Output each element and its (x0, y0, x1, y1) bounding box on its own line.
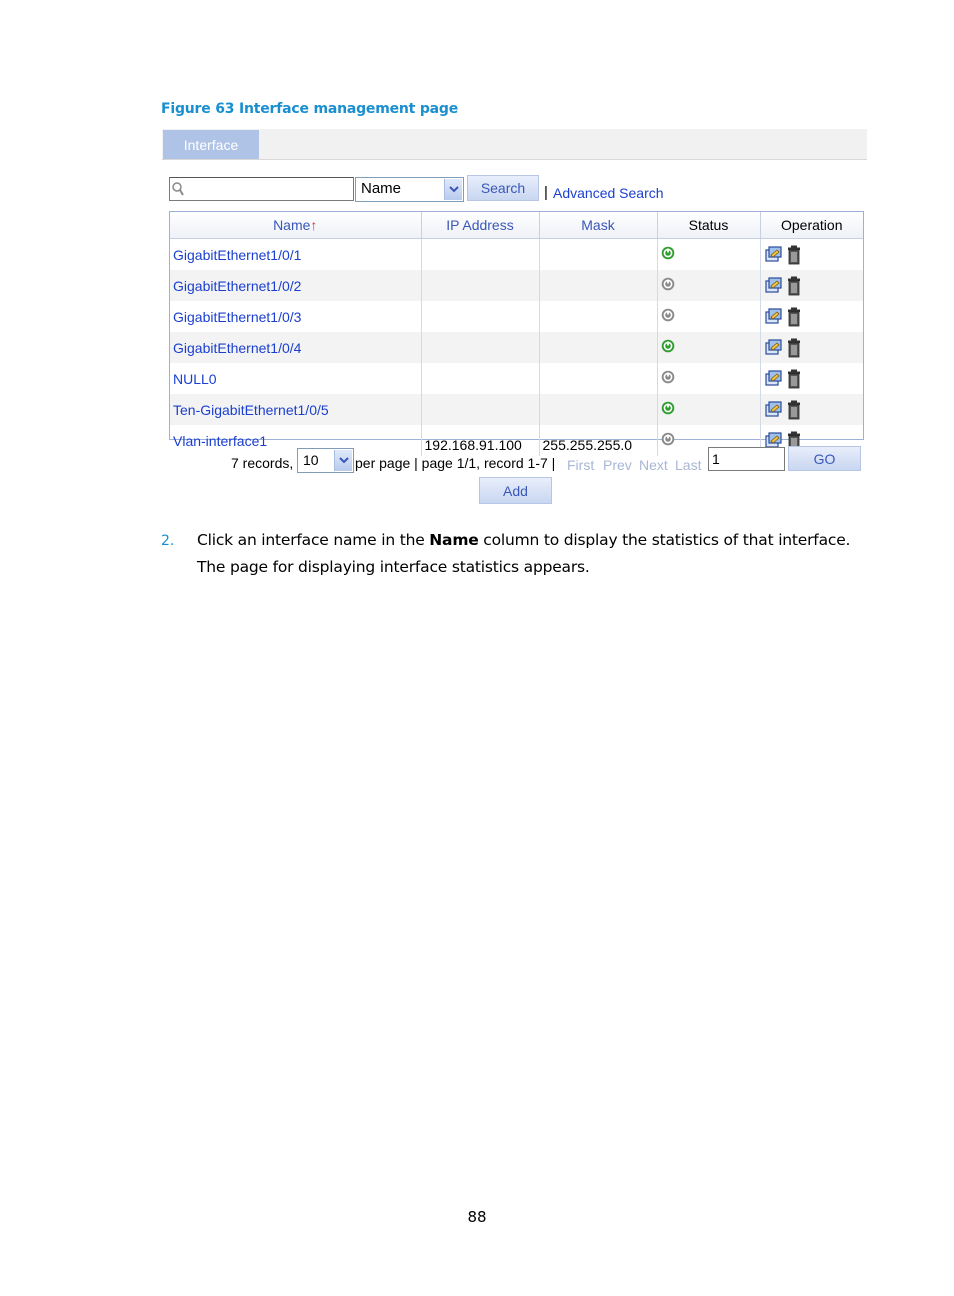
edit-icon[interactable] (764, 400, 784, 417)
status-down-icon (661, 277, 675, 294)
status-cell (657, 238, 761, 270)
go-button[interactable]: GO (788, 446, 861, 471)
operation-cell (760, 301, 863, 332)
pager-prev-link[interactable]: Prev (603, 457, 632, 473)
page-number-input-value: 1 (712, 451, 720, 467)
edit-icon[interactable] (764, 307, 784, 324)
ip-address-cell (421, 332, 540, 363)
ip-address-cell (421, 238, 540, 270)
sort-asc-icon: ↑ (310, 217, 318, 233)
page-info: per page | page 1/1, record 1-7 | (355, 455, 556, 471)
operation-cell (760, 363, 863, 394)
status-down-icon (661, 432, 675, 449)
mask-cell (539, 301, 658, 332)
add-button[interactable]: Add (479, 477, 552, 504)
pager-next-link[interactable]: Next (639, 457, 668, 473)
edit-icon[interactable] (764, 431, 784, 448)
interface-name-link[interactable]: GigabitEthernet1/0/1 (170, 238, 422, 270)
interface-name-link[interactable]: GigabitEthernet1/0/3 (170, 301, 422, 332)
delete-icon[interactable] (787, 245, 801, 264)
operation-cell (760, 239, 863, 271)
ip-address-cell (421, 270, 540, 301)
status-up-icon (661, 339, 675, 356)
table-row: Ten-GigabitEthernet1/0/5 (170, 394, 863, 425)
search-separator: | (544, 184, 548, 201)
step-text: Click an interface name in the Name colu… (197, 531, 851, 549)
tab-bar: Interface (162, 129, 867, 160)
ip-address-cell (421, 363, 540, 394)
edit-icon[interactable] (764, 245, 784, 262)
search-field-value: Name (361, 180, 402, 197)
chevron-down-icon (334, 450, 352, 471)
figure-caption: Figure 63 Interface management page (161, 101, 459, 117)
mask-cell (539, 394, 658, 425)
delete-icon[interactable] (787, 338, 801, 357)
ip-address-cell (421, 301, 540, 332)
status-cell (657, 301, 761, 332)
status-down-icon (661, 308, 675, 325)
table-header-row: Name↑ IP Address Mask Status Operation (170, 212, 863, 239)
column-header-status: Status (657, 212, 761, 239)
delete-icon[interactable] (787, 431, 801, 450)
mask-cell: 255.255.255.0 (539, 425, 658, 456)
mask-cell (539, 238, 658, 270)
table-row: NULL0 (170, 363, 863, 394)
column-header-name[interactable]: Name↑ (170, 212, 422, 239)
interface-table: Name↑ IP Address Mask Status Operation G… (169, 211, 864, 456)
status-up-icon (661, 401, 675, 418)
table-row: GigabitEthernet1/0/3 (170, 301, 863, 332)
ip-address-cell: 192.168.91.100 (421, 425, 540, 456)
interface-name-link[interactable]: Vlan-interface1 (170, 425, 422, 456)
step-subtext: The page for displaying interface statis… (197, 558, 590, 576)
operation-cell (760, 332, 863, 363)
table-row: GigabitEthernet1/0/4 (170, 332, 863, 363)
search-icon (171, 181, 185, 202)
table-row: GigabitEthernet1/0/1 (170, 238, 863, 271)
interface-name-link[interactable]: NULL0 (170, 363, 422, 394)
page-number-input[interactable]: 1 (708, 447, 785, 471)
per-page-value: 10 (303, 452, 319, 468)
search-field-select[interactable]: Name (355, 177, 464, 202)
delete-icon[interactable] (787, 307, 801, 326)
chevron-down-icon (444, 179, 462, 200)
status-cell (657, 270, 761, 301)
pager-last-link[interactable]: Last (675, 457, 701, 473)
per-page-select[interactable]: 10 (297, 448, 354, 473)
mask-cell (539, 270, 658, 301)
interface-name-link[interactable]: GigabitEthernet1/0/2 (170, 270, 422, 301)
operation-cell (760, 270, 863, 301)
status-cell (657, 363, 761, 394)
mask-cell (539, 332, 658, 363)
mask-cell (539, 363, 658, 394)
interface-name-link[interactable]: Ten-GigabitEthernet1/0/5 (170, 394, 422, 425)
delete-icon[interactable] (787, 369, 801, 388)
ip-address-cell (421, 394, 540, 425)
interface-name-link[interactable]: GigabitEthernet1/0/4 (170, 332, 422, 363)
search-input[interactable] (169, 177, 354, 201)
edit-icon[interactable] (764, 276, 784, 293)
records-count: 7 records, (231, 455, 294, 471)
column-header-ip-address[interactable]: IP Address (421, 212, 540, 239)
delete-icon[interactable] (787, 400, 801, 419)
column-header-operation: Operation (760, 212, 863, 239)
tab-interface[interactable]: Interface (163, 130, 259, 159)
edit-icon[interactable] (764, 338, 784, 355)
search-button[interactable]: Search (467, 175, 539, 201)
advanced-search-link[interactable]: Advanced Search (553, 185, 664, 201)
status-down-icon (661, 370, 675, 387)
operation-cell (760, 394, 863, 425)
column-header-mask[interactable]: Mask (539, 212, 658, 239)
status-cell (657, 332, 761, 363)
page-number: 88 (467, 1208, 487, 1226)
delete-icon[interactable] (787, 276, 801, 295)
edit-icon[interactable] (764, 369, 784, 386)
pager-first-link[interactable]: First (567, 457, 594, 473)
step-number: 2. (161, 533, 175, 549)
status-up-icon (661, 246, 675, 263)
status-cell (657, 394, 761, 425)
table-row: GigabitEthernet1/0/2 (170, 270, 863, 301)
